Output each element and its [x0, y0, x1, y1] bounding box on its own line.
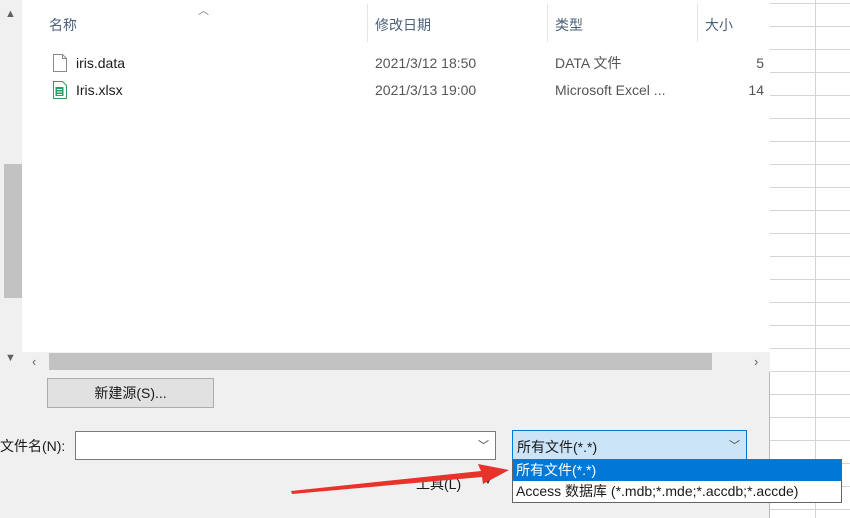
column-size-header[interactable]: 大小 — [705, 0, 733, 44]
scroll-right-icon[interactable]: › — [754, 352, 758, 372]
file-size: 5 — [756, 55, 764, 71]
scroll-left-icon[interactable]: ‹ — [32, 352, 36, 372]
vertical-scroll-thumb[interactable] — [4, 164, 22, 298]
open-data-source-dialog: ▲ ▼ ︿ 名称 修改日期 类型 大小 iris.data 2021/3/12 … — [0, 0, 770, 518]
scroll-down-icon[interactable]: ▼ — [5, 352, 16, 364]
filename-label: 文件名(N): — [0, 438, 66, 454]
filetype-option-all[interactable]: 所有文件(*.*) — [513, 460, 841, 481]
column-date-header[interactable]: 修改日期 — [375, 0, 431, 44]
file-size: 14 — [748, 82, 764, 98]
filename-input[interactable]: ﹀ — [75, 431, 496, 460]
excel-file-icon — [53, 81, 67, 107]
sort-ascending-icon: ︿ — [198, 5, 209, 17]
file-row[interactable]: Iris.xlsx 2021/3/13 19:00 Microsoft Exce… — [22, 77, 770, 103]
column-type-header[interactable]: 类型 — [555, 0, 583, 44]
column-divider[interactable] — [367, 4, 368, 42]
column-name-header[interactable]: 名称 — [49, 0, 77, 44]
annotation-arrow-icon — [291, 464, 509, 494]
new-source-button[interactable]: 新建源(S)... — [47, 378, 214, 408]
file-name: iris.data — [76, 55, 126, 71]
column-header: ︿ 名称 修改日期 类型 大小 — [22, 0, 770, 44]
file-date: 2021/3/12 18:50 — [375, 55, 477, 71]
column-divider[interactable] — [697, 4, 698, 42]
filetype-select[interactable]: 所有文件(*.*) ﹀ — [512, 430, 747, 460]
filetype-option-access[interactable]: Access 数据库 (*.mdb;*.mde;*.accdb;*.accde) — [513, 481, 841, 502]
scroll-up-icon[interactable]: ▲ — [5, 8, 16, 20]
horizontal-scroll-thumb[interactable] — [49, 353, 712, 370]
chevron-down-icon[interactable]: ﹀ — [729, 437, 740, 453]
filetype-selected-value: 所有文件(*.*) — [517, 439, 598, 455]
file-type: Microsoft Excel ... — [555, 82, 666, 98]
vertical-scrollbar[interactable]: ▲ ▼ — [0, 0, 22, 372]
chevron-down-icon[interactable]: ﹀ — [478, 437, 489, 453]
file-list-pane: ▲ ▼ ︿ 名称 修改日期 类型 大小 iris.data 2021/3/12 … — [0, 0, 770, 372]
horizontal-scrollbar[interactable]: ‹ › — [22, 352, 770, 372]
file-row[interactable]: iris.data 2021/3/12 18:50 DATA 文件 5 — [22, 50, 770, 76]
file-type: DATA 文件 — [555, 55, 622, 71]
file-date: 2021/3/13 19:00 — [375, 82, 477, 98]
column-divider[interactable] — [547, 4, 548, 42]
filetype-dropdown-list: 所有文件(*.*) Access 数据库 (*.mdb;*.mde;*.accd… — [512, 459, 842, 503]
spreadsheet-background-grid — [770, 0, 850, 518]
file-name: Iris.xlsx — [76, 82, 123, 98]
